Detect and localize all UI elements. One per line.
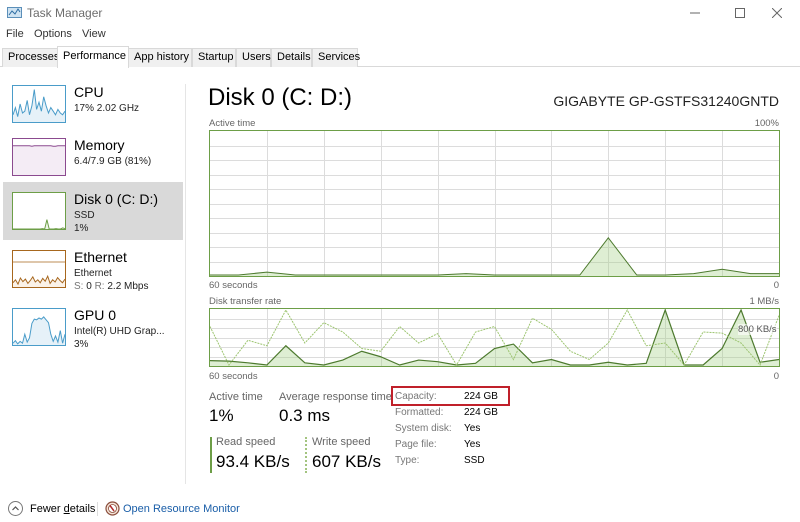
resource-monitor-icon	[105, 501, 120, 516]
sidebar-item-detail: SSD	[74, 210, 95, 221]
transfer-min-label: 0	[773, 371, 779, 382]
tab-details[interactable]: Details	[271, 48, 312, 67]
tab-startup[interactable]: Startup	[192, 48, 236, 67]
disk-model: GIGABYTE GP-GSTFS31240GNTD	[553, 93, 779, 109]
active-time-graph-label: Active time	[209, 118, 256, 129]
sidebar-item-detail: 6.4/7.9 GB (81%)	[74, 156, 152, 167]
write-speed-label: Write speed	[312, 436, 371, 448]
tab-bar: Processes Performance App history Startu…	[0, 46, 800, 68]
read-speed-value: 93.4 KB/s	[216, 452, 290, 471]
minimize-button[interactable]	[672, 0, 718, 26]
sidebar-item-usage: 1%	[74, 223, 89, 234]
sidebar-item-detail: Intel(R) UHD Grap...	[74, 326, 165, 337]
sidebar-item-ethernet[interactable]: Ethernet Ethernet S: 0 R: 2.2 Mbps	[3, 240, 183, 298]
transfer-max-label: 1 MB/s	[749, 296, 779, 307]
sidebar-item-usage: 3%	[74, 339, 89, 350]
resource-sidebar: CPU 17% 2.02 GHz Memory 6.4/7.9 GB (81%)…	[0, 72, 186, 486]
memory-thumb-svg	[13, 145, 65, 175]
memory-thumb-area	[13, 145, 65, 175]
window-title: Task Manager	[27, 6, 103, 20]
fewer-details-button[interactable]: Fewer details	[30, 503, 95, 515]
transfer-rate-svg	[210, 309, 779, 366]
sidebar-divider	[185, 84, 186, 484]
write-speed-indicator	[305, 437, 307, 473]
cpu-thumbnail-graph	[12, 85, 66, 123]
transfer-mid-label: 800 KB/s	[738, 324, 777, 335]
tab-app-history[interactable]: App history	[128, 48, 192, 67]
sidebar-item-detail: Ethernet	[74, 268, 112, 279]
title-bar: Task Manager	[0, 0, 800, 26]
footer-separator	[97, 502, 98, 516]
sidebar-item-title: CPU	[74, 84, 104, 100]
ethernet-thumb-svg	[13, 261, 65, 287]
minimize-icon	[690, 12, 700, 14]
menu-options[interactable]: Options	[34, 28, 72, 40]
disk-thumb-svg	[13, 219, 65, 229]
ethernet-thumbnail-graph	[12, 250, 66, 288]
task-manager-icon	[7, 7, 22, 18]
read-speed-indicator	[210, 437, 212, 473]
active-time-label: Active time	[209, 391, 263, 403]
sidebar-item-detail: 17% 2.02 GHz	[74, 103, 140, 114]
sidebar-item-gpu[interactable]: GPU 0 Intel(R) UHD Grap... 3%	[3, 298, 183, 356]
sidebar-item-title: Memory	[74, 137, 125, 153]
sidebar-item-cpu[interactable]: CPU 17% 2.02 GHz	[3, 75, 183, 133]
active-time-min-label: 0	[773, 280, 779, 291]
sidebar-item-title: Ethernet	[74, 249, 127, 265]
sidebar-item-memory[interactable]: Memory 6.4/7.9 GB (81%)	[3, 128, 183, 186]
read-speed-label: Read speed	[216, 436, 276, 448]
active-time-graph	[209, 130, 780, 277]
series-area-active-time	[210, 237, 779, 276]
active-time-x-label: 60 seconds	[209, 280, 258, 291]
write-speed-value: 607 KB/s	[312, 452, 381, 471]
sidebar-item-disk[interactable]: Disk 0 (C: D:) SSD 1%	[3, 182, 183, 240]
cpu-thumb-svg	[13, 89, 65, 122]
menu-view[interactable]: View	[82, 28, 106, 40]
chevron-up-icon[interactable]	[8, 501, 23, 516]
footer: Fewer details Open Resource Monitor	[0, 498, 800, 522]
tab-services[interactable]: Services	[312, 48, 360, 67]
transfer-rate-graph	[209, 308, 780, 367]
sidebar-item-throughput: S: 0 R: 2.2 Mbps	[74, 281, 149, 292]
tab-performance[interactable]: Performance	[57, 46, 129, 68]
page-title: Disk 0 (C: D:)	[208, 84, 352, 111]
disk-thumb-line	[13, 219, 65, 229]
open-resource-monitor-link[interactable]: Open Resource Monitor	[123, 503, 240, 515]
capacity-highlight-annotation	[391, 386, 510, 406]
menu-file[interactable]: File	[6, 28, 24, 40]
transfer-graph-label: Disk transfer rate	[209, 296, 282, 307]
active-time-max-label: 100%	[754, 118, 779, 129]
gpu-thumb-svg	[13, 316, 65, 345]
sidebar-item-title: Disk 0 (C: D:)	[74, 191, 158, 207]
sidebar-item-title: GPU 0	[74, 307, 117, 323]
disk-thumbnail-graph	[12, 192, 66, 230]
transfer-x-label: 60 seconds	[209, 371, 258, 382]
close-button[interactable]	[754, 0, 800, 26]
tab-processes[interactable]: Processes	[2, 48, 59, 67]
tab-users[interactable]: Users	[236, 48, 271, 67]
active-time-svg	[210, 131, 779, 276]
close-icon	[772, 8, 782, 18]
series-line-active-time	[210, 236, 779, 276]
active-time-value: 1%	[209, 406, 234, 425]
disk-thumb-area	[13, 219, 65, 229]
avg-response-label: Average response time	[279, 391, 392, 403]
gpu-thumbnail-graph	[12, 308, 66, 346]
avg-response-value: 0.3 ms	[279, 406, 331, 425]
maximize-icon	[735, 8, 745, 18]
memory-thumbnail-graph	[12, 138, 66, 176]
